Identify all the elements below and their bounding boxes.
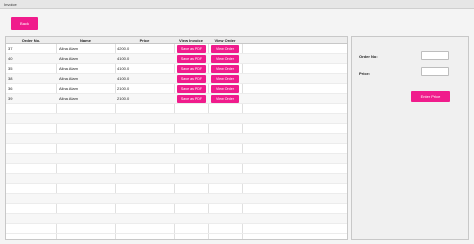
table-row[interactable]: 40 Alina Alam 4100.0 Save as PDF View Or… [6, 54, 347, 64]
empty-row [6, 144, 347, 154]
order-no-cell: 37 [8, 46, 13, 51]
title-bar: Invoice [0, 0, 474, 9]
empty-row [6, 214, 347, 224]
price-cell: 4100.0 [117, 66, 130, 71]
save-as-pdf-button[interactable]: Save as PDF [177, 85, 206, 93]
save-as-pdf-button[interactable]: Save as PDF [177, 45, 206, 53]
order-no-cell: 38 [8, 76, 13, 81]
save-as-pdf-button[interactable]: Save as PDF [177, 75, 206, 83]
name-cell: Alina Alam [59, 86, 78, 91]
empty-row [6, 224, 347, 234]
save-as-pdf-button[interactable]: Save as PDF [177, 65, 206, 73]
table-row[interactable]: 37 Alina Alam 4200.0 Save as PDF View Or… [6, 44, 347, 54]
view-order-button[interactable]: View Order [211, 95, 239, 103]
column-header-order-no[interactable]: Order No. [6, 37, 56, 44]
price-cell: 2100.0 [117, 96, 130, 101]
column-header-view-order[interactable]: View Order [208, 37, 242, 44]
price-entry-panel: Order No: Price: Enter Price [351, 36, 469, 240]
name-cell: Alina Alam [59, 66, 78, 71]
price-label: Price: [359, 71, 371, 76]
order-no-label: Order No: [359, 54, 378, 59]
order-no-cell: 39 [8, 96, 13, 101]
table-row[interactable]: 38 Alina Alam 4100.0 Save as PDF View Or… [6, 74, 347, 84]
column-header-price[interactable]: Price [115, 37, 174, 44]
orders-table: Order No. Name Price View Invoice View O… [5, 36, 348, 240]
name-cell: Alina Alam [59, 46, 78, 51]
empty-row [6, 204, 347, 214]
order-no-cell: 36 [8, 86, 13, 91]
price-cell: 4200.0 [117, 46, 130, 51]
empty-row [6, 124, 347, 134]
save-as-pdf-button[interactable]: Save as PDF [177, 95, 206, 103]
price-cell: 4100.0 [117, 56, 130, 61]
empty-row [6, 184, 347, 194]
order-no-input[interactable] [421, 51, 449, 60]
table-row[interactable]: 35 Alina Alam 4100.0 Save as PDF View Or… [6, 64, 347, 74]
window-title: Invoice [4, 2, 17, 7]
view-order-button[interactable]: View Order [211, 45, 239, 53]
enter-price-button[interactable]: Enter Price [411, 91, 450, 102]
empty-row [6, 134, 347, 144]
order-no-cell: 40 [8, 56, 13, 61]
column-header-name[interactable]: Name [56, 37, 115, 44]
empty-row [6, 154, 347, 164]
table-row[interactable]: 39 Alina Alam 2100.0 Save as PDF View Or… [6, 94, 347, 104]
back-button[interactable]: Back [11, 17, 38, 30]
view-order-button[interactable]: View Order [211, 55, 239, 63]
empty-row [6, 174, 347, 184]
empty-row [6, 104, 347, 114]
view-order-button[interactable]: View Order [211, 65, 239, 73]
empty-row [6, 114, 347, 124]
name-cell: Alina Alam [59, 56, 78, 61]
empty-row [6, 164, 347, 174]
name-cell: Alina Alam [59, 76, 78, 81]
save-as-pdf-button[interactable]: Save as PDF [177, 55, 206, 63]
price-input[interactable] [421, 67, 449, 76]
table-header: Order No. Name Price View Invoice View O… [6, 37, 347, 44]
column-header-view-invoice[interactable]: View Invoice [174, 37, 208, 44]
empty-row [6, 194, 347, 204]
price-cell: 2100.0 [117, 86, 130, 91]
table-row[interactable]: 36 Alina Alam 2100.0 Save as PDF View Or… [6, 84, 347, 94]
view-order-button[interactable]: View Order [211, 75, 239, 83]
order-no-cell: 35 [8, 66, 13, 71]
name-cell: Alina Alam [59, 96, 78, 101]
view-order-button[interactable]: View Order [211, 85, 239, 93]
price-cell: 4100.0 [117, 76, 130, 81]
